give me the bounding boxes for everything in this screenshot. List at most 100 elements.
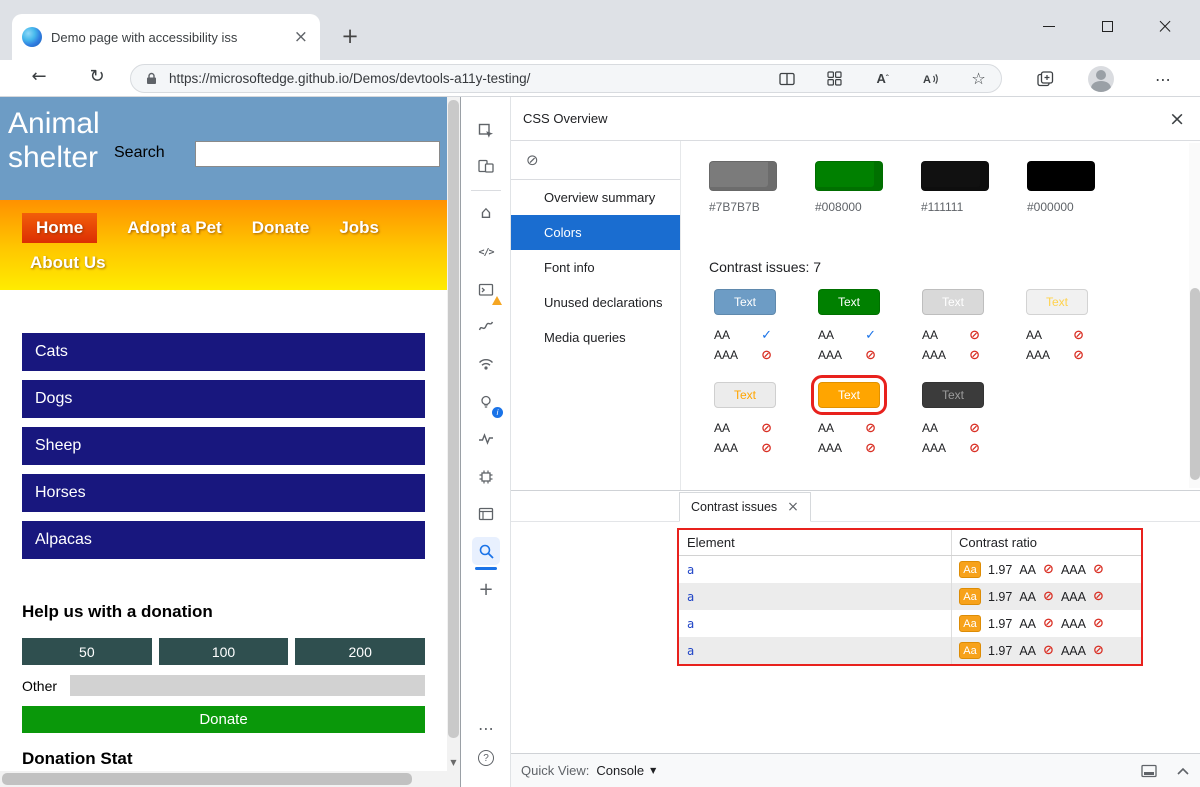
sidebar-item-unused-declarations[interactable]: Unused declarations <box>511 285 680 320</box>
expand-quickview-icon[interactable] <box>1177 767 1189 775</box>
sidebar-item-colors[interactable]: Colors <box>511 215 680 250</box>
quick-view-selector[interactable]: Console <box>596 763 644 778</box>
contrast-sample-chip[interactable]: Text <box>714 382 776 408</box>
tab-close-icon[interactable]: × <box>787 499 799 515</box>
table-row[interactable]: a Aa 1.97 AA ⊘ AAA ⊘ <box>679 610 1141 637</box>
scrollbar-thumb[interactable] <box>448 100 459 738</box>
contrast-sample-chip[interactable]: Text <box>922 289 984 315</box>
sidebar-item-overview-summary[interactable]: Overview summary <box>511 180 680 215</box>
nav-item-about-us[interactable]: About Us <box>30 253 106 272</box>
nav-item-home[interactable]: Home <box>22 213 97 243</box>
refresh-button[interactable]: ↻ <box>82 66 112 87</box>
aaa-fail-icon: ⊘ <box>761 442 772 455</box>
inspect-icon[interactable] <box>472 117 500 145</box>
category-button-horses[interactable]: Horses <box>22 474 425 512</box>
overflow-menu-icon[interactable]: ⋯ <box>472 714 500 742</box>
element-link[interactable]: a <box>687 644 694 658</box>
category-button-cats[interactable]: Cats <box>22 333 425 371</box>
new-tab-button[interactable]: + <box>336 22 364 50</box>
contrast-sample-chip[interactable]: Text <box>818 289 880 315</box>
memory-panel-icon[interactable] <box>472 463 500 491</box>
tab-close-icon[interactable]: × <box>292 27 310 47</box>
sidebar-item-font-info[interactable]: Font info <box>511 250 680 285</box>
profile-avatar[interactable] <box>1088 67 1114 91</box>
nav-item-jobs[interactable]: Jobs <box>339 218 379 238</box>
close-window-button[interactable]: × <box>1136 4 1194 48</box>
table-row[interactable]: a Aa 1.97 AA ⊘ AAA ⊘ <box>679 637 1141 664</box>
contrast-sample-chip-highlighted[interactable]: Text <box>818 382 880 408</box>
address-bar-actions: Aˆ A ☆ <box>778 70 987 87</box>
url-text[interactable]: https://microsoftedge.github.io/Demos/de… <box>169 71 769 86</box>
scroll-down-arrow[interactable]: ▼ <box>447 753 460 771</box>
minimize-button[interactable] <box>1020 4 1078 48</box>
issues-panel-icon[interactable]: i <box>472 388 500 416</box>
performance-panel-icon[interactable] <box>472 425 500 453</box>
category-button-sheep[interactable]: Sheep <box>22 427 425 465</box>
nav-row: Home Adopt a Pet Donate Jobs <box>22 213 379 243</box>
table-row[interactable]: a Aa 1.97 AA ⊘ AAA ⊘ <box>679 583 1141 610</box>
dock-quickview-icon[interactable] <box>1141 764 1157 778</box>
device-toolbar-icon[interactable] <box>472 152 500 180</box>
donate-button[interactable]: Donate <box>22 706 425 733</box>
element-link[interactable]: a <box>687 617 694 631</box>
help-icon[interactable]: ? <box>472 744 500 772</box>
welcome-home-icon[interactable]: ⌂ <box>472 199 500 227</box>
table-row[interactable]: a Aa 1.97 AA ⊘ AAA ⊘ <box>679 556 1141 583</box>
color-swatch-row: #7B7B7B #008000 #111111 #000000 <box>709 161 1095 214</box>
css-overview-panel-icon[interactable] <box>472 537 500 565</box>
tab-contrast-issues[interactable]: Contrast issues × <box>679 492 811 522</box>
text-size-glyph: A <box>876 71 885 86</box>
element-link[interactable]: a <box>687 590 694 604</box>
scrollbar-thumb[interactable] <box>1190 288 1200 480</box>
sidebar-item-media-queries[interactable]: Media queries <box>511 320 680 355</box>
aa-label: AA <box>1019 644 1036 658</box>
contrast-sample-chip[interactable]: Text <box>1026 289 1088 315</box>
aa-label: AA <box>714 328 730 342</box>
lock-icon[interactable] <box>143 70 160 87</box>
address-bar[interactable]: https://microsoftedge.github.io/Demos/de… <box>130 64 1002 93</box>
maximize-button[interactable] <box>1078 4 1136 48</box>
page-horizontal-scrollbar[interactable] <box>0 771 447 787</box>
content-vertical-scrollbar[interactable] <box>1189 143 1200 488</box>
aa-fail-icon: ⊘ <box>761 422 772 435</box>
color-swatch[interactable] <box>1027 161 1095 191</box>
contrast-sample-chip[interactable]: Text <box>714 289 776 315</box>
text-size-icon[interactable]: Aˆ <box>874 70 891 87</box>
clear-overview-icon[interactable]: ⊘ <box>526 151 539 169</box>
category-button-dogs[interactable]: Dogs <box>22 380 425 418</box>
page-vertical-scrollbar[interactable]: ▼ <box>447 97 460 771</box>
other-amount-input[interactable] <box>70 675 425 696</box>
search-input[interactable] <box>195 141 440 167</box>
scrollbar-thumb[interactable] <box>2 773 412 785</box>
back-button[interactable]: ← <box>24 66 54 87</box>
add-favorite-star-icon[interactable]: ☆ <box>970 70 987 87</box>
workspaces-icon[interactable] <box>826 70 843 87</box>
color-swatch[interactable] <box>709 161 777 191</box>
read-aloud-icon[interactable]: A <box>922 70 939 87</box>
element-link[interactable]: a <box>687 563 694 577</box>
nav-item-donate[interactable]: Donate <box>252 218 310 238</box>
amount-button-100[interactable]: 100 <box>159 638 289 665</box>
close-devtools-icon[interactable]: × <box>1169 108 1185 130</box>
settings-menu-icon[interactable]: ⋯ <box>1150 67 1176 91</box>
amount-button-200[interactable]: 200 <box>295 638 425 665</box>
contrast-sample-grid: Text AA✓ AAA⊘ Text AA✓ AAA⊘ <box>714 289 1130 475</box>
more-tools-icon[interactable]: + <box>472 575 500 603</box>
chevron-down-icon[interactable]: ▼ <box>650 766 656 775</box>
application-panel-icon[interactable] <box>472 500 500 528</box>
elements-panel-icon[interactable]: </> <box>472 238 500 266</box>
browser-tab[interactable]: Demo page with accessibility iss × <box>12 14 320 60</box>
color-swatch[interactable] <box>815 161 883 191</box>
devtools-activity-bar: ⌂ </> i + ⋯ ? <box>461 97 511 787</box>
category-button-alpacas[interactable]: Alpacas <box>22 521 425 559</box>
console-panel-icon[interactable] <box>472 276 500 304</box>
amount-button-50[interactable]: 50 <box>22 638 152 665</box>
site-title: Animal shelter <box>8 107 130 175</box>
nav-item-adopt-a-pet[interactable]: Adopt a Pet <box>127 218 221 238</box>
browser-essentials-icon[interactable] <box>1032 67 1058 91</box>
sources-panel-icon[interactable] <box>472 313 500 341</box>
contrast-sample-chip[interactable]: Text <box>922 382 984 408</box>
split-screen-icon[interactable] <box>778 70 795 87</box>
network-panel-icon[interactable] <box>472 350 500 378</box>
color-swatch[interactable] <box>921 161 989 191</box>
